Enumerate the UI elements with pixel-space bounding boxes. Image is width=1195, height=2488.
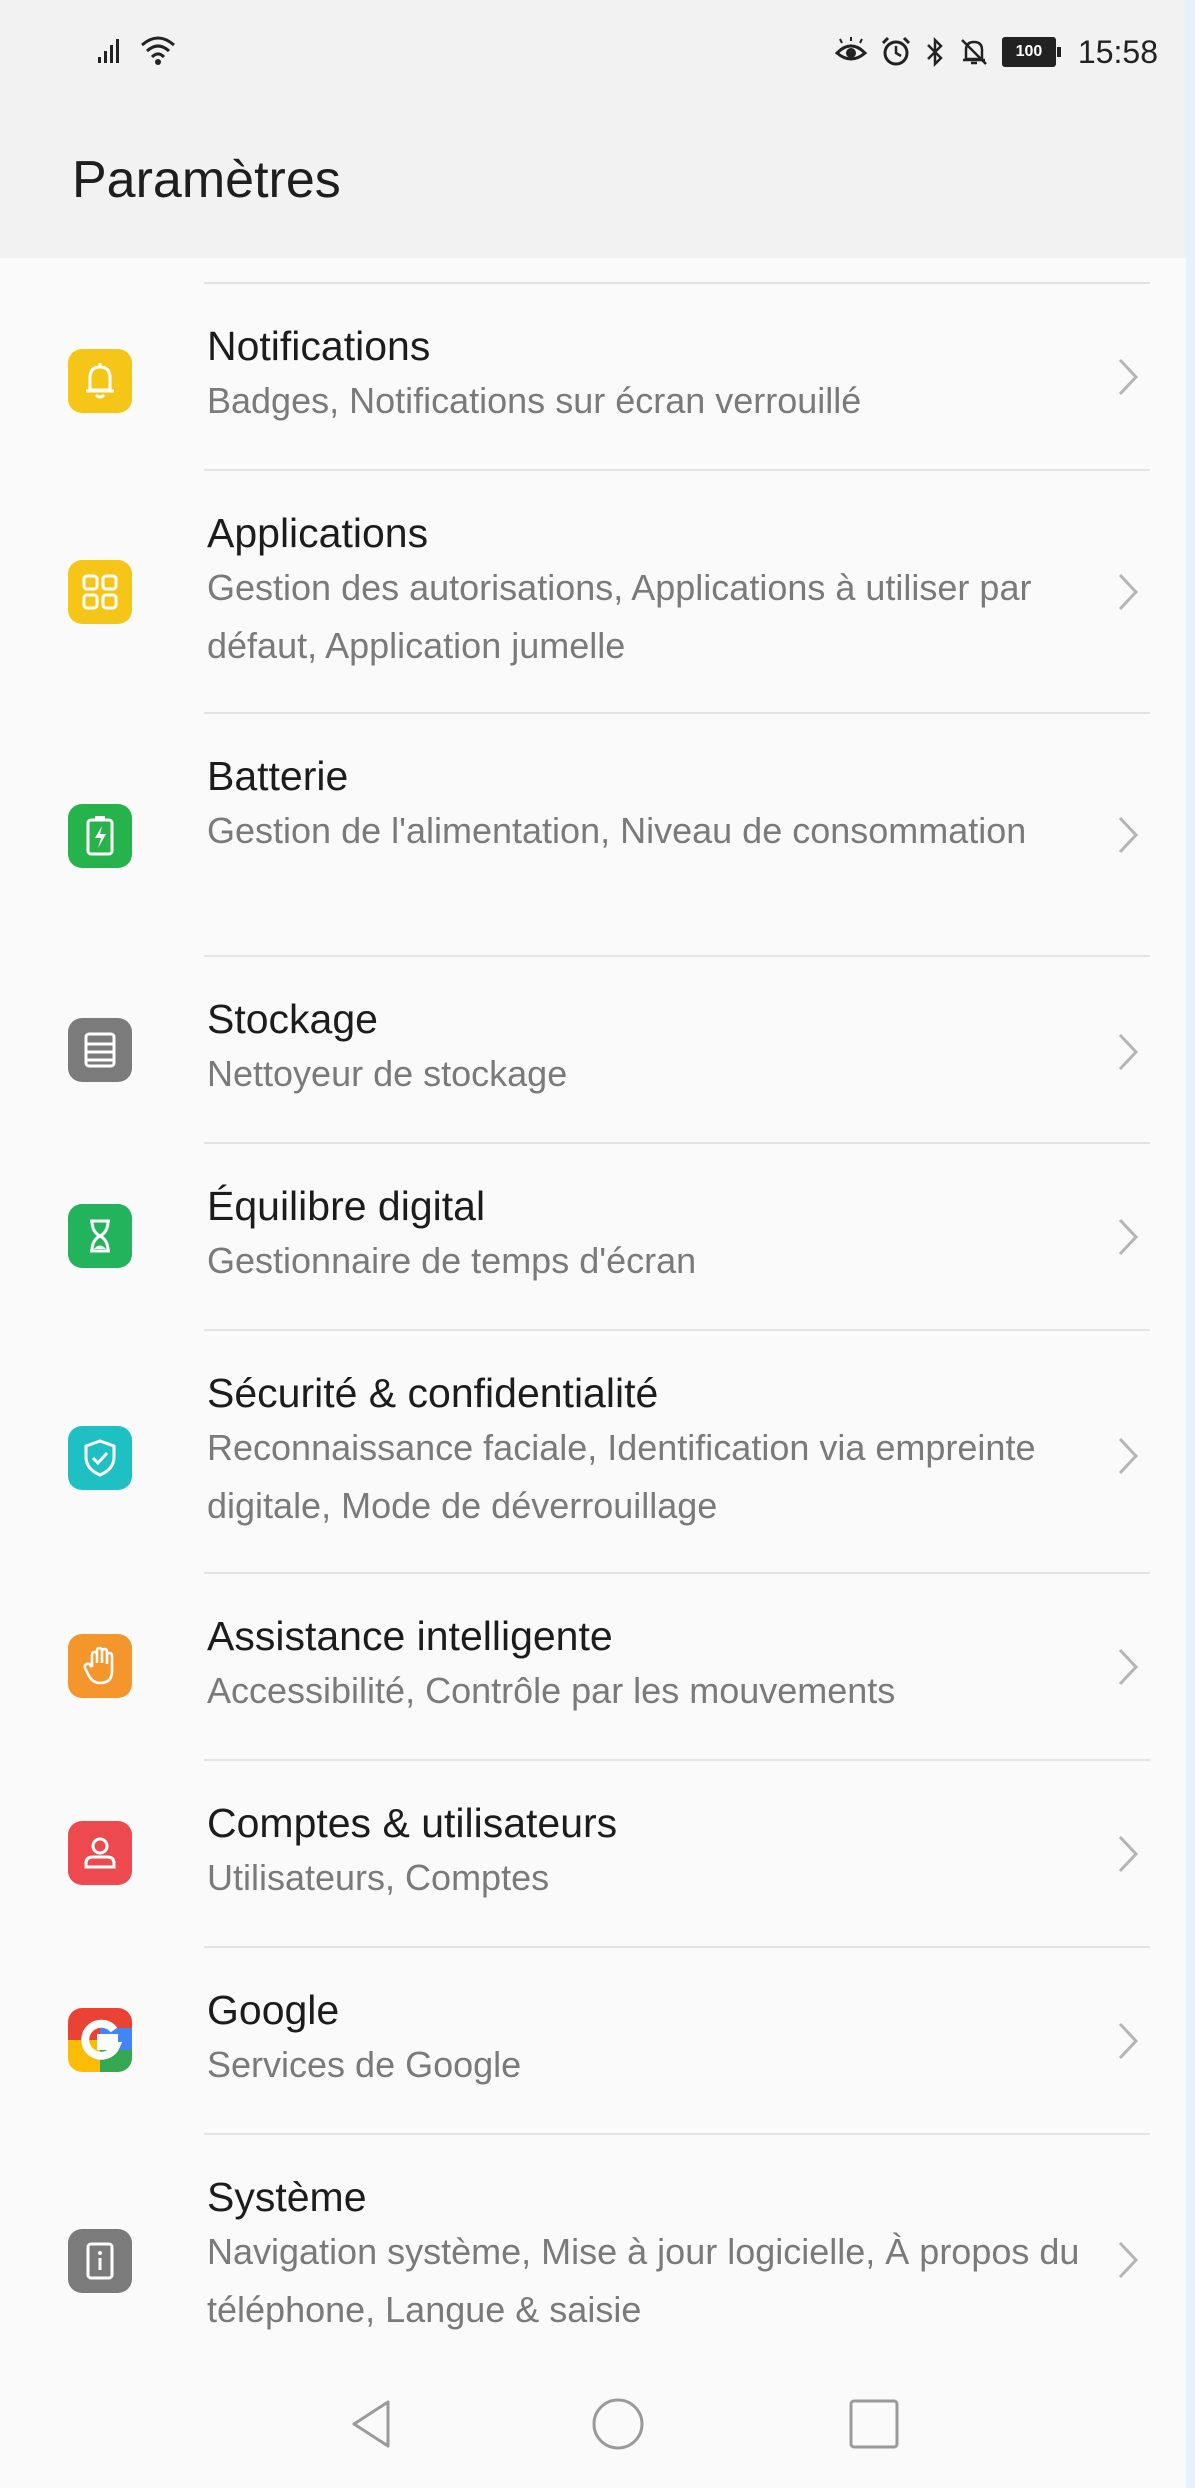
settings-item-google[interactable]: Google Services de Google [0,1948,1186,2135]
item-subtitle: Badges, Notifications sur écran verrouil… [207,380,862,421]
status-bar: 100 15:58 [0,0,1186,110]
home-icon[interactable] [590,2396,646,2452]
user-icon [68,1821,132,1885]
item-subtitle: Utilisateurs, Comptes [207,1857,550,1898]
item-title: Comptes & utilisateurs [207,1800,618,1846]
item-subtitle: Gestion de l'alimentation, Niveau de con… [207,810,1027,851]
status-time: 15:58 [1077,33,1158,70]
recents-icon[interactable] [846,2396,902,2452]
item-subtitle: Gestionnaire de temps d'écran [207,1240,697,1281]
signal-icon [98,39,119,64]
status-right: 100 15:58 [834,30,1158,74]
battery-charging-icon [68,804,132,868]
silent-icon [961,39,987,65]
chevron-right-icon [1118,573,1139,611]
settings-item-storage[interactable]: Stockage Nettoyeur de stockage [0,957,1186,1144]
settings-item-notifications[interactable]: Notifications Badges, Notifications sur … [0,284,1186,471]
item-subtitle: Accessibilité, Contrôle par les mouvemen… [207,1670,896,1711]
phone-info-icon [68,2229,132,2293]
item-title: Assistance intelligente [207,1613,613,1659]
chevron-right-icon [1118,1648,1139,1686]
item-subtitle: Nettoyeur de stockage [207,1053,568,1094]
item-title: Notifications [207,323,431,369]
settings-item-digital-balance[interactable]: Équilibre digital Gestionnaire de temps … [0,1144,1186,1331]
settings-item-applications[interactable]: Applications Gestion des autorisations, … [0,471,1186,714]
settings-screen: 100 15:58 Paramètres Notifications Badge… [0,0,1186,2488]
item-title: Équilibre digital [207,1183,486,1229]
settings-item-security[interactable]: Sécurité & confidentialité Reconnaissanc… [0,1331,1186,1574]
item-subtitle: Navigation système, Mise à jour logiciel… [207,2231,1080,2330]
chevron-right-icon [1118,358,1139,396]
page-title: Paramètres [72,151,341,209]
chevron-right-icon [1118,816,1139,854]
settings-item-accounts[interactable]: Comptes & utilisateurs Utilisateurs, Com… [0,1761,1186,1948]
item-subtitle: Services de Google [207,2044,522,2085]
bluetooth-icon [927,36,943,68]
bell-icon [68,349,132,413]
chevron-right-icon [1118,1218,1139,1256]
wifi-icon [141,36,176,66]
settings-item-smart-assistance[interactable]: Assistance intelligente Accessibilité, C… [0,1574,1186,1761]
settings-item-battery[interactable]: Batterie Gestion de l'alimentation, Nive… [0,714,1186,957]
chevron-right-icon [1118,2022,1139,2060]
hand-icon [68,1634,132,1698]
battery-level: 100 [1015,43,1043,60]
alarm-icon [881,36,910,66]
hourglass-icon [68,1204,132,1268]
google-icon [68,2008,132,2072]
shield-check-icon [68,1426,132,1490]
item-title: Stockage [207,996,378,1042]
chevron-right-icon [1118,1835,1139,1873]
header: 100 15:58 Paramètres [0,0,1186,258]
back-icon[interactable] [344,2396,396,2452]
status-left [96,32,178,72]
chevron-right-icon [1118,2241,1139,2279]
eye-comfort-icon [834,37,868,61]
chevron-right-icon [1118,1033,1139,1071]
apps-grid-icon [68,560,132,624]
item-title: Système [207,2174,367,2220]
navigation-bar [0,2372,1186,2488]
item-subtitle: Gestion des autorisations, Applications … [207,567,1032,666]
item-subtitle: Reconnaissance faciale, Identification v… [207,1427,1036,1526]
item-title: Applications [207,510,429,556]
item-title: Google [207,1987,340,2033]
chevron-right-icon [1118,1437,1139,1475]
storage-icon [68,1018,132,1082]
settings-item-system[interactable]: Système Navigation système, Mise à jour … [0,2135,1186,2372]
item-title: Batterie [207,753,349,799]
battery-icon: 100 [1001,37,1061,67]
item-title: Sécurité & confidentialité [207,1370,659,1416]
